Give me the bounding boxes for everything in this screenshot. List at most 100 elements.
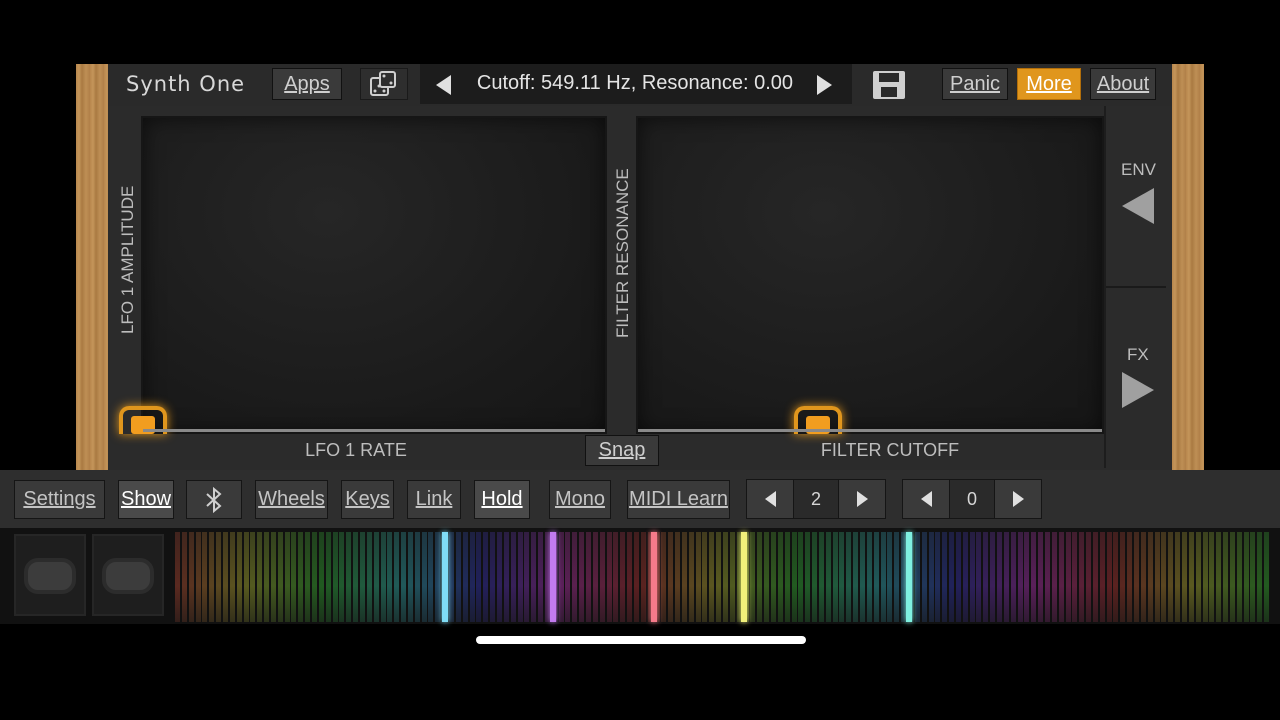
key[interactable]	[1044, 532, 1050, 622]
key[interactable]	[1175, 532, 1181, 622]
key[interactable]	[1079, 532, 1085, 622]
key[interactable]	[620, 532, 626, 622]
key[interactable]	[1134, 532, 1139, 622]
key[interactable]	[990, 532, 996, 622]
key[interactable]	[592, 532, 598, 622]
key[interactable]	[435, 532, 441, 622]
key[interactable]	[962, 532, 968, 622]
key[interactable]	[428, 532, 434, 622]
key[interactable]	[1024, 532, 1030, 622]
key[interactable]	[524, 532, 530, 622]
key[interactable]	[558, 532, 564, 622]
key[interactable]	[805, 532, 811, 622]
dice-icon[interactable]	[360, 68, 408, 100]
key[interactable]	[250, 532, 256, 622]
lfo-pad-handle[interactable]	[119, 406, 167, 434]
key[interactable]	[887, 532, 893, 622]
key[interactable]	[606, 532, 612, 622]
key[interactable]	[264, 532, 270, 622]
key[interactable]	[1120, 532, 1126, 622]
key[interactable]	[332, 532, 338, 622]
key[interactable]	[1223, 532, 1229, 622]
key[interactable]	[586, 532, 591, 622]
key[interactable]	[401, 532, 407, 622]
env-arrow-icon[interactable]	[1122, 188, 1154, 224]
key[interactable]	[1086, 532, 1092, 622]
key[interactable]	[284, 532, 290, 622]
key[interactable]	[1017, 532, 1023, 622]
key[interactable]	[407, 532, 413, 622]
key[interactable]	[1181, 532, 1187, 622]
key[interactable]	[469, 532, 475, 622]
fx-arrow-icon[interactable]	[1122, 372, 1154, 408]
key[interactable]	[387, 532, 393, 622]
key[interactable]	[846, 532, 852, 622]
key[interactable]	[462, 532, 468, 622]
key[interactable]	[1257, 532, 1263, 622]
key[interactable]	[675, 532, 681, 622]
key[interactable]	[380, 532, 386, 622]
key[interactable]	[373, 532, 379, 622]
key[interactable]	[236, 532, 242, 622]
key[interactable]	[812, 532, 818, 622]
key[interactable]	[1038, 532, 1044, 622]
key[interactable]	[702, 532, 708, 622]
key[interactable]	[935, 532, 941, 622]
key[interactable]	[222, 532, 228, 622]
key[interactable]	[1195, 532, 1201, 622]
keys-button[interactable]: Keys	[341, 480, 394, 519]
key[interactable]	[325, 532, 331, 622]
key[interactable]	[1161, 532, 1167, 622]
key[interactable]	[640, 532, 646, 622]
next-preset-arrow-icon[interactable]	[817, 75, 832, 95]
key[interactable]	[949, 532, 955, 622]
key[interactable]	[1092, 532, 1098, 622]
key[interactable]	[825, 532, 831, 622]
bluetooth-icon[interactable]	[186, 480, 242, 519]
key[interactable]	[1106, 532, 1112, 622]
key-highlighted[interactable]	[550, 532, 556, 622]
key[interactable]	[181, 532, 187, 622]
pitch-wheel[interactable]	[14, 534, 86, 616]
key[interactable]	[1051, 532, 1057, 622]
key[interactable]	[1065, 532, 1071, 622]
piano-keyboard[interactable]	[175, 532, 1271, 622]
key[interactable]	[216, 532, 222, 622]
key[interactable]	[921, 532, 927, 622]
key[interactable]	[853, 532, 859, 622]
key[interactable]	[928, 532, 934, 622]
key[interactable]	[661, 532, 667, 622]
key[interactable]	[860, 532, 865, 622]
key[interactable]	[298, 532, 304, 622]
key[interactable]	[291, 532, 297, 622]
filter-pad-handle[interactable]	[794, 406, 842, 434]
key[interactable]	[483, 532, 489, 622]
key[interactable]	[394, 532, 400, 622]
key[interactable]	[202, 532, 208, 622]
key[interactable]	[599, 532, 605, 622]
show-button[interactable]: Show	[118, 480, 174, 519]
key[interactable]	[565, 532, 571, 622]
key[interactable]	[209, 532, 215, 622]
key[interactable]	[613, 532, 619, 622]
key[interactable]	[914, 532, 920, 622]
key[interactable]	[517, 532, 523, 622]
key[interactable]	[791, 532, 797, 622]
snap-button[interactable]: Snap	[585, 435, 659, 466]
key[interactable]	[510, 532, 516, 622]
key[interactable]	[531, 532, 537, 622]
key-highlighted[interactable]	[906, 532, 912, 622]
key[interactable]	[955, 532, 961, 622]
settings-button[interactable]: Settings	[14, 480, 105, 519]
key[interactable]	[346, 532, 352, 622]
transpose-up-arrow-icon[interactable]	[995, 480, 1041, 518]
link-button[interactable]: Link	[407, 480, 461, 519]
key[interactable]	[716, 532, 722, 622]
key[interactable]	[305, 532, 311, 622]
midi-learn-button[interactable]: MIDI Learn	[627, 480, 730, 519]
key[interactable]	[229, 532, 235, 622]
mono-button[interactable]: Mono	[549, 480, 611, 519]
key[interactable]	[777, 532, 783, 622]
key[interactable]	[496, 532, 502, 622]
key[interactable]	[455, 532, 461, 622]
